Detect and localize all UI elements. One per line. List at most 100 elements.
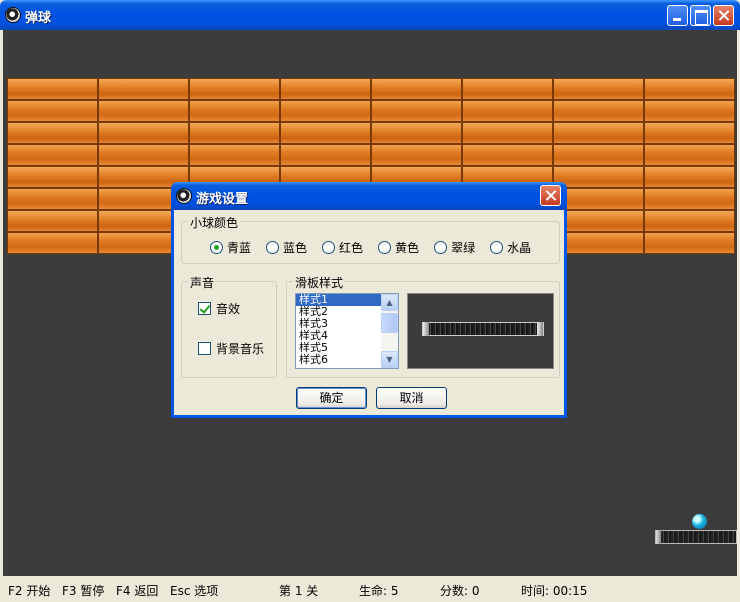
list-item[interactable]: 样式6 <box>296 354 382 366</box>
brick <box>553 78 644 100</box>
brick <box>371 144 462 166</box>
radio-dot[interactable] <box>490 241 504 254</box>
radio-dot[interactable] <box>322 241 336 254</box>
brick <box>644 122 735 144</box>
bgm-checkbox-label: 背景音乐 <box>216 342 265 356</box>
radio-dot[interactable] <box>434 241 448 254</box>
scroll-down-icon[interactable]: ▼ <box>381 351 398 368</box>
brick <box>644 188 735 210</box>
brick <box>280 78 371 100</box>
brick-row <box>7 122 735 144</box>
status-lives: 生命: 5 <box>359 584 399 598</box>
brick <box>280 100 371 122</box>
ball-color-group: 小球颜色 青蓝 蓝色 红色 黄色 翠绿 水晶 <box>181 214 560 264</box>
brick <box>7 78 98 100</box>
bgm-check-box[interactable] <box>198 342 211 355</box>
bgm-checkbox[interactable]: 背景音乐 <box>198 340 264 357</box>
ball-color-radio-label: 水晶 <box>507 241 532 255</box>
brick <box>98 122 189 144</box>
sfx-checkbox[interactable]: 音效 <box>198 300 240 317</box>
scroll-thumb[interactable] <box>381 313 398 333</box>
dialog-title: 游戏设置 <box>196 192 249 207</box>
app-icon[interactable] <box>5 7 21 23</box>
brick <box>98 100 189 122</box>
maximize-button[interactable] <box>690 5 711 26</box>
brick-row <box>7 100 735 122</box>
dialog-app-icon <box>176 188 192 204</box>
brick <box>644 232 735 254</box>
sfx-check-box[interactable] <box>198 302 211 315</box>
status-f3-pause: F3 暂停 <box>62 584 105 598</box>
sfx-checkbox-label: 音效 <box>216 302 241 316</box>
status-score: 分数: 0 <box>440 584 480 598</box>
ball-color-radio-label: 翠绿 <box>451 241 476 255</box>
radio-dot[interactable] <box>266 241 280 254</box>
brick <box>644 78 735 100</box>
brick <box>189 144 280 166</box>
radio-dot[interactable] <box>378 241 392 254</box>
brick <box>553 122 644 144</box>
ball-color-label: 小球颜色 <box>188 214 241 231</box>
brick <box>462 78 553 100</box>
brick <box>7 122 98 144</box>
ball-color-radio-label: 红色 <box>339 241 364 255</box>
status-level: 第 1 关 <box>279 584 319 598</box>
brick <box>644 210 735 232</box>
brick <box>280 122 371 144</box>
brick <box>371 78 462 100</box>
preview-paddle <box>422 322 544 336</box>
brick <box>7 166 98 188</box>
ball-color-radio[interactable]: 黄色 <box>378 239 419 256</box>
brick <box>280 144 371 166</box>
status-esc-options: Esc 选项 <box>170 584 219 598</box>
paddle-style-label: 滑板样式 <box>293 274 346 291</box>
brick <box>553 100 644 122</box>
sound-group: 声音 音效 背景音乐 <box>181 274 277 378</box>
brick <box>7 100 98 122</box>
brick <box>644 100 735 122</box>
scroll-up-icon[interactable]: ▲ <box>381 294 398 311</box>
window-title: 弹球 <box>25 11 52 26</box>
paddle <box>655 530 737 544</box>
ball-color-radio[interactable]: 翠绿 <box>434 239 475 256</box>
ball-color-options: 青蓝 蓝色 红色 黄色 翠绿 水晶 <box>210 239 546 256</box>
brick <box>98 78 189 100</box>
brick <box>644 166 735 188</box>
status-f4-back: F4 返回 <box>116 584 159 598</box>
brick <box>189 122 280 144</box>
list-scrollbar[interactable]: ▲ ▼ <box>381 294 398 368</box>
paddle-preview <box>407 293 554 369</box>
brick <box>7 210 98 232</box>
title-bar[interactable]: 弹球 <box>0 0 740 30</box>
brick <box>553 144 644 166</box>
settings-dialog: 游戏设置 小球颜色 青蓝 蓝色 红色 黄色 翠绿 水晶 声音 音效 背景音乐 滑板样式 样… <box>171 182 567 418</box>
dialog-close-button[interactable] <box>540 185 561 206</box>
radio-dot[interactable] <box>210 241 223 254</box>
status-time: 时间: 00:15 <box>521 584 588 598</box>
minimize-button[interactable] <box>667 5 688 26</box>
paddle-style-list[interactable]: 样式1 样式2 样式3 样式4 样式5 样式6 ▲ ▼ <box>295 293 399 369</box>
brick <box>7 232 98 254</box>
brick <box>189 100 280 122</box>
brick <box>371 122 462 144</box>
brick <box>7 188 98 210</box>
brick <box>7 144 98 166</box>
brick <box>644 144 735 166</box>
ball-color-radio-label: 黄色 <box>395 241 420 255</box>
brick <box>553 166 644 188</box>
ball-color-radio-label: 蓝色 <box>283 241 308 255</box>
ball-color-radio[interactable]: 蓝色 <box>266 239 307 256</box>
dialog-title-bar[interactable]: 游戏设置 <box>171 182 567 210</box>
status-f2-start: F2 开始 <box>8 584 51 598</box>
brick-row <box>7 144 735 166</box>
ball-color-radio[interactable]: 红色 <box>322 239 363 256</box>
status-bar: F2 开始 F3 暂停 F4 返回 Esc 选项 第 1 关 生命: 5 分数:… <box>0 578 740 602</box>
paddle-style-group: 滑板样式 样式1 样式2 样式3 样式4 样式5 样式6 ▲ ▼ <box>286 274 560 378</box>
cancel-button[interactable]: 取消 <box>376 387 447 409</box>
sound-label: 声音 <box>188 274 217 291</box>
ok-button[interactable]: 确定 <box>296 387 367 409</box>
ball-color-radio[interactable]: 水晶 <box>490 239 531 256</box>
brick <box>462 122 553 144</box>
ball-color-radio[interactable]: 青蓝 <box>210 239 251 256</box>
close-button[interactable] <box>713 5 734 26</box>
